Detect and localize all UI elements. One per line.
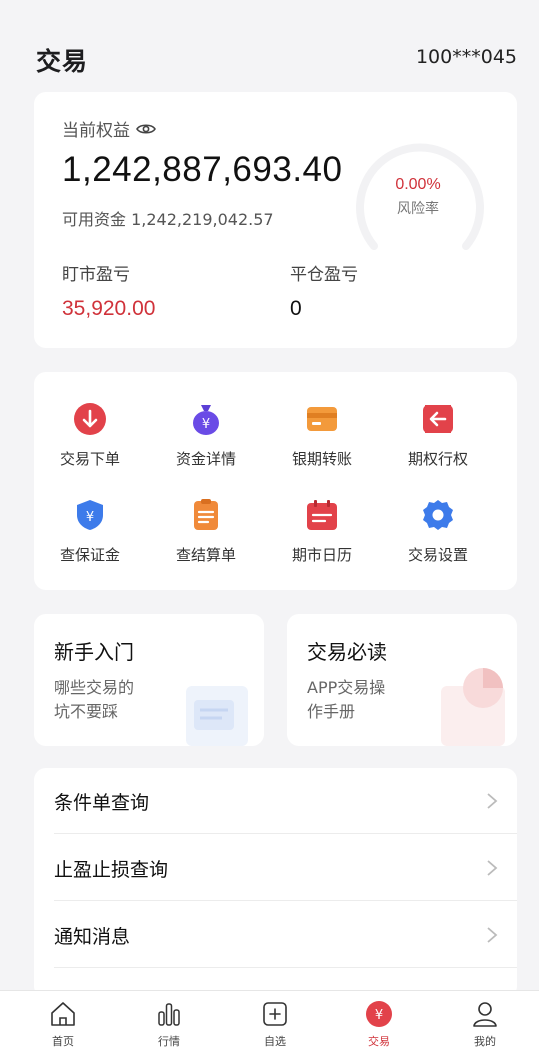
promo-card-guide[interactable]: 交易必读 APP交易操 作手册 [287, 614, 517, 746]
grid-label: 资金详情 [175, 450, 236, 468]
arrow-left-icon [423, 405, 453, 433]
close-pnl-value: 0 [290, 297, 302, 320]
tab-label: 自选 [264, 1035, 286, 1048]
svg-text:¥: ¥ [202, 417, 210, 432]
bottom-tab-bar: 首页 行情 自选 ¥ 交易 我的 [0, 990, 539, 1054]
query-list: 条件单查询 止盈止损查询 通知消息 [34, 768, 517, 998]
status-bar [0, 0, 539, 18]
grid-label: 银期转账 [291, 450, 352, 468]
chevron-right-icon [487, 927, 498, 943]
user-icon [473, 1002, 497, 1027]
plus-box-icon [263, 1002, 287, 1026]
grid-item-margin-query[interactable]: ¥ 查保证金 [40, 498, 140, 565]
equity-label-row: 当前权益 [62, 116, 156, 141]
promo-card-beginner[interactable]: 新手入门 哪些交易的 坑不要踩 [34, 614, 264, 746]
tab-home[interactable]: 首页 [33, 999, 93, 1049]
promo-subtitle-line: APP交易操 [307, 678, 386, 697]
list-item-stop-profit-loss[interactable]: 止盈止损查询 [54, 835, 517, 901]
eye-icon[interactable] [136, 122, 156, 136]
equity-label: 当前权益 [62, 121, 130, 141]
list-item-label: 止盈止损查询 [54, 859, 169, 881]
list-item-label: 通知消息 [54, 926, 131, 948]
grid-item-trade-settings[interactable]: 交易设置 [388, 498, 488, 565]
tab-trade[interactable]: ¥ 交易 [349, 999, 409, 1049]
clipboard-icon [194, 499, 218, 530]
equity-card: 当前权益 1,242,887,693.40 可用资金 1,242,219,042… [34, 92, 517, 348]
grid-item-bank-transfer[interactable]: 银期转账 [272, 402, 372, 469]
svg-text:¥: ¥ [375, 1008, 383, 1023]
tab-profile[interactable]: 我的 [455, 999, 515, 1049]
shield-yuan-icon: ¥ [77, 500, 103, 530]
grid-label: 交易设置 [407, 546, 468, 564]
grid-label: 交易下单 [59, 450, 120, 468]
grid-item-trade-order[interactable]: 交易下单 [40, 402, 140, 469]
header: 交易 100***045 [0, 22, 539, 92]
risk-gauge [356, 143, 484, 250]
risk-rate-value: 0.00% [395, 176, 441, 193]
risk-rate-label: 风险率 [397, 201, 439, 217]
list-item-notifications[interactable]: 通知消息 [54, 902, 517, 968]
calendar-icon [307, 500, 337, 530]
mark-pnl-label: 盯市盈亏 [62, 265, 130, 285]
list-item-conditional-order[interactable]: 条件单查询 [54, 768, 517, 834]
grid-label: 查结算单 [175, 546, 236, 564]
chevron-right-icon [487, 793, 498, 809]
promo-subtitle: 哪些交易的 坑不要踩 [54, 676, 164, 724]
function-grid: 交易下单 ¥ 资金详情 银期转账 期权行权 ¥ 查保证金 查结算单 期市日历 交… [34, 372, 517, 590]
document-illustration-icon [186, 686, 248, 746]
arrow-down-icon [74, 403, 106, 435]
list-item-label: 条件单查询 [54, 792, 150, 814]
svg-text:¥: ¥ [86, 510, 94, 525]
yuan-circle-icon: ¥ [366, 1001, 392, 1027]
chevron-right-icon [487, 860, 498, 876]
promo-subtitle-line: 作手册 [307, 702, 356, 721]
tab-label: 首页 [52, 1035, 74, 1048]
bank-card-icon [307, 407, 337, 431]
promo-subtitle: APP交易操 作手册 [307, 676, 417, 724]
grid-item-settlement[interactable]: 查结算单 [156, 498, 256, 565]
tab-label: 交易 [368, 1035, 390, 1048]
close-pnl-label: 平仓盈亏 [290, 265, 358, 285]
account-number[interactable]: 100***045 [416, 46, 517, 68]
page-title: 交易 [36, 47, 89, 76]
promo-subtitle-line: 哪些交易的 [54, 678, 135, 697]
grid-item-calendar[interactable]: 期市日历 [272, 498, 372, 565]
tab-label: 我的 [474, 1035, 496, 1048]
mark-pnl-value: 35,920.00 [62, 297, 156, 320]
grid-label: 查保证金 [59, 546, 120, 564]
tab-watchlist[interactable]: 自选 [245, 999, 305, 1049]
pie-chart-illustration-icon [441, 668, 505, 746]
gear-icon [423, 500, 453, 530]
money-bag-icon: ¥ [193, 405, 219, 435]
equity-value: 1,242,887,693.40 [62, 150, 343, 189]
home-icon [51, 1002, 75, 1026]
grid-item-option-exercise[interactable]: 期权行权 [388, 402, 488, 469]
grid-label: 期权行权 [407, 450, 468, 468]
bars-icon [158, 1003, 180, 1026]
promo-subtitle-line: 坑不要踩 [54, 702, 119, 721]
available-funds: 可用资金 1,242,219,042.57 [62, 210, 274, 229]
tab-label: 行情 [158, 1035, 180, 1048]
promo-title: 新手入门 [54, 640, 134, 664]
tab-market[interactable]: 行情 [139, 999, 199, 1049]
promo-title: 交易必读 [307, 640, 387, 664]
grid-item-fund-detail[interactable]: ¥ 资金详情 [156, 402, 256, 469]
grid-label: 期市日历 [291, 546, 352, 564]
